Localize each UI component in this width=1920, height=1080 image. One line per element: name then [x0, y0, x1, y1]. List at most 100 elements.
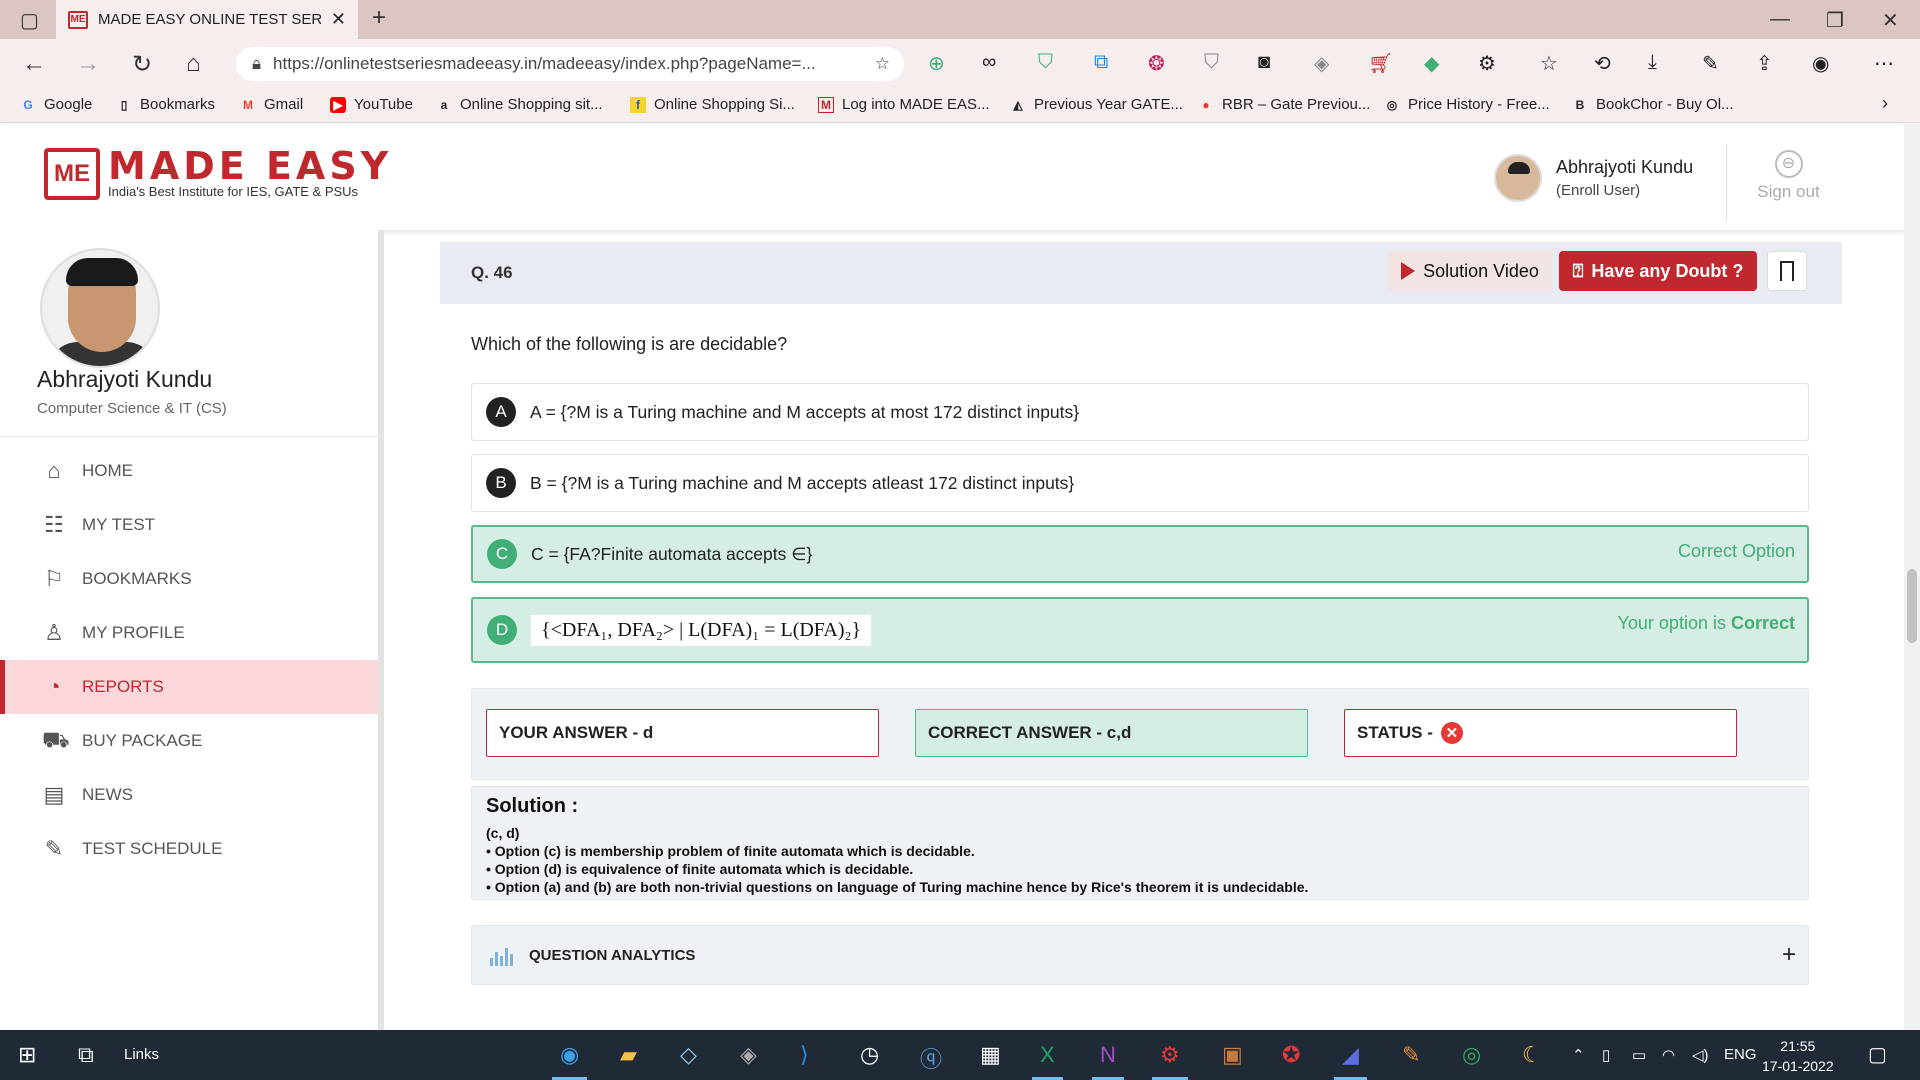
weather-icon[interactable]: ☾ [1522, 1042, 1542, 1068]
option-c[interactable]: C C = {FA?Finite automata accepts ∈} Cor… [471, 525, 1809, 583]
page-scrollbar[interactable] [1904, 124, 1920, 1030]
browser-tab[interactable]: ME MADE EASY ONLINE TEST SERIES ✕ [56, 0, 358, 39]
extension-translate-icon[interactable]: ⧉ [1094, 51, 1108, 74]
minimize-icon[interactable]: — [1770, 8, 1790, 31]
task-view-icon[interactable]: ⧉ [78, 1042, 94, 1068]
new-tab-icon[interactable]: + [372, 4, 386, 32]
bookmarks-overflow-icon[interactable]: › [1882, 93, 1888, 114]
sidebar-item-reports[interactable]: ◔ REPORTS [0, 660, 378, 714]
bookmark-question-button[interactable] [1767, 251, 1807, 291]
bookmark-price-history[interactable]: ◎ Price History - Free... [1384, 96, 1550, 113]
bookmark-bookchor[interactable]: B BookChor - Buy Ol... [1572, 96, 1734, 113]
extension-brain-icon[interactable]: ❂ [1148, 51, 1165, 76]
madeeasy-logo[interactable]: ME MADE EASY India's Best Institute for … [44, 147, 392, 200]
bookmark-madeeasy[interactable]: M Log into MADE EAS... [818, 96, 990, 113]
scrollbar-thumb[interactable] [1907, 569, 1917, 643]
volume-icon[interactable]: ◁) [1692, 1046, 1709, 1064]
editor-app-icon[interactable]: ◢ [1334, 1042, 1367, 1080]
bookmark-flipkart[interactable]: f Online Shopping Si... [630, 96, 795, 113]
favorite-star-icon[interactable]: ☆ [875, 54, 890, 74]
bookmark-amazon[interactable]: a Online Shopping sit... [436, 96, 603, 113]
have-doubt-button[interactable]: ⍰ Have any Doubt ? [1559, 251, 1757, 291]
share-icon[interactable]: ⇪ [1756, 51, 1773, 76]
bookmark-rbr[interactable]: ● RBR – Gate Previou... [1198, 96, 1370, 113]
more-menu-icon[interactable]: ⋯ [1874, 51, 1894, 76]
sidebar-item-buy-package[interactable]: ⛟ BUY PACKAGE [0, 714, 378, 768]
browser-navbar: ← → ↻ ⌂ 🔒︎ https://onlinetestseriesmadee… [0, 39, 1920, 89]
solution-video-button[interactable]: Solution Video [1388, 251, 1552, 291]
history-icon[interactable]: ⟲ [1594, 51, 1611, 76]
onenote-icon[interactable]: N [1092, 1042, 1124, 1080]
pen-app-icon[interactable]: ✎ [1402, 1042, 1420, 1068]
option-d[interactable]: D {<DFA₁, DFA₂> | L(DFA)₁ = L(DFA)₂} You… [471, 597, 1809, 663]
extensions-icon[interactable]: ⚙ [1478, 51, 1496, 76]
bookmark-bookmarks[interactable]: ▯ Bookmarks [116, 96, 215, 113]
sidebar-item-home[interactable]: ⌂ HOME [0, 444, 378, 498]
codeblocks-icon[interactable]: ⚙ [1152, 1042, 1188, 1080]
question-mark-icon: ⍰ [1572, 260, 1584, 281]
qbittorrent-icon[interactable]: ⓠ [920, 1042, 942, 1074]
media-app-icon[interactable]: ✪ [1282, 1042, 1300, 1068]
extension-mask-icon[interactable]: ◙ [1258, 51, 1270, 74]
incorrect-x-icon: ✕ [1440, 722, 1463, 744]
clock-app-icon[interactable]: ◷ [860, 1042, 879, 1068]
wifi-icon[interactable]: ◠ [1662, 1046, 1675, 1064]
downloads-icon[interactable]: ⤓ [1648, 51, 1657, 74]
file-explorer-icon[interactable]: ▰ [620, 1042, 637, 1068]
system-clock[interactable]: 21:55 17-01-2022 [1762, 1036, 1834, 1076]
book-app-icon[interactable]: ▣ [1222, 1042, 1243, 1068]
tray-chevron-icon[interactable]: ⌃ [1572, 1046, 1585, 1064]
sidebar-item-my-profile[interactable]: ♙ MY PROFILE [0, 606, 378, 660]
edge-icon[interactable]: ◉ [551, 1042, 588, 1080]
virtualbox-icon[interactable]: ◇ [680, 1042, 697, 1068]
question-analytics-panel[interactable]: QUESTION ANALYTICS + [471, 925, 1809, 985]
close-window-icon[interactable]: ✕ [1882, 8, 1899, 33]
extension-cart-icon[interactable]: 🛒︎ [1368, 51, 1393, 76]
option-b[interactable]: B B = {?M is a Turing machine and M acce… [471, 454, 1809, 512]
extension-plus-icon[interactable]: ⊕ [928, 51, 945, 76]
calculator-icon[interactable]: ▦ [980, 1042, 1001, 1068]
tray-device-icon[interactable]: ▯ [1602, 1046, 1610, 1064]
windows-start-icon[interactable]: ⊞ [18, 1042, 36, 1068]
favorites-icon[interactable]: ☆ [1540, 51, 1558, 76]
bookmark-gmail[interactable]: M Gmail [240, 96, 303, 113]
profile-avatar-icon[interactable]: ◉ [1812, 51, 1829, 76]
extension-cube-icon[interactable]: ◈ [1314, 51, 1329, 76]
language-indicator[interactable]: ENG [1724, 1046, 1757, 1063]
links-toolbar[interactable]: Links [124, 1046, 159, 1063]
correct-answer-box: CORRECT ANSWER - c,d [915, 709, 1308, 757]
address-bar[interactable]: 🔒︎ https://onlinetestseriesmadeeasy.in/m… [236, 47, 904, 81]
sidebar-item-test-schedule[interactable]: ✎ TEST SCHEDULE [0, 822, 378, 876]
extension-shield-icon[interactable]: ⛉ [1038, 51, 1053, 74]
maximize-icon[interactable]: ❐ [1826, 8, 1844, 33]
bookmark-gate[interactable]: ◭ Previous Year GATE... [1010, 96, 1183, 113]
vscode-icon[interactable]: ⟩ [800, 1042, 809, 1068]
extension-guard-icon[interactable]: ⛉ [1204, 51, 1219, 74]
chrome-icon[interactable]: ◎ [1462, 1042, 1481, 1068]
tab-actions-icon[interactable]: ▢ [20, 8, 39, 33]
sidebar-item-bookmarks[interactable]: ⚐ BOOKMARKS [0, 552, 378, 606]
play-icon [1401, 262, 1416, 280]
bookmark-youtube[interactable]: ▶ YouTube [330, 96, 413, 113]
collections-icon[interactable]: ✎ [1702, 51, 1719, 76]
forward-icon[interactable]: → [76, 50, 100, 78]
logo-mark: ME [44, 148, 100, 200]
header-user[interactable]: Abhrajyoti Kundu (Enroll User) [1494, 154, 1693, 202]
excel-icon[interactable]: X [1032, 1042, 1063, 1080]
sidebar-item-my-test[interactable]: ☷ MY TEST [0, 498, 378, 552]
notifications-icon[interactable]: ▢ [1868, 1042, 1887, 1067]
extension-glasses-icon[interactable]: ∞ [982, 51, 996, 74]
question-number: Q. 46 [471, 263, 513, 282]
extension-badge-icon[interactable]: ◆ [1424, 51, 1439, 76]
battery-icon[interactable]: ▭ [1632, 1046, 1646, 1064]
option-a[interactable]: A A = {?M is a Turing machine and M acce… [471, 383, 1809, 441]
unity-icon[interactable]: ◈ [740, 1042, 757, 1068]
home-icon[interactable]: ⌂ [186, 50, 201, 78]
refresh-icon[interactable]: ↻ [132, 50, 152, 79]
sidebar-item-news[interactable]: ▤ NEWS [0, 768, 378, 822]
back-icon[interactable]: ← [22, 50, 46, 78]
signout-button[interactable]: ⊖ Sign out [1726, 144, 1850, 220]
bookmark-google[interactable]: G Google [20, 96, 92, 113]
expand-plus-icon[interactable]: + [1782, 941, 1796, 969]
close-tab-icon[interactable]: ✕ [331, 9, 346, 30]
